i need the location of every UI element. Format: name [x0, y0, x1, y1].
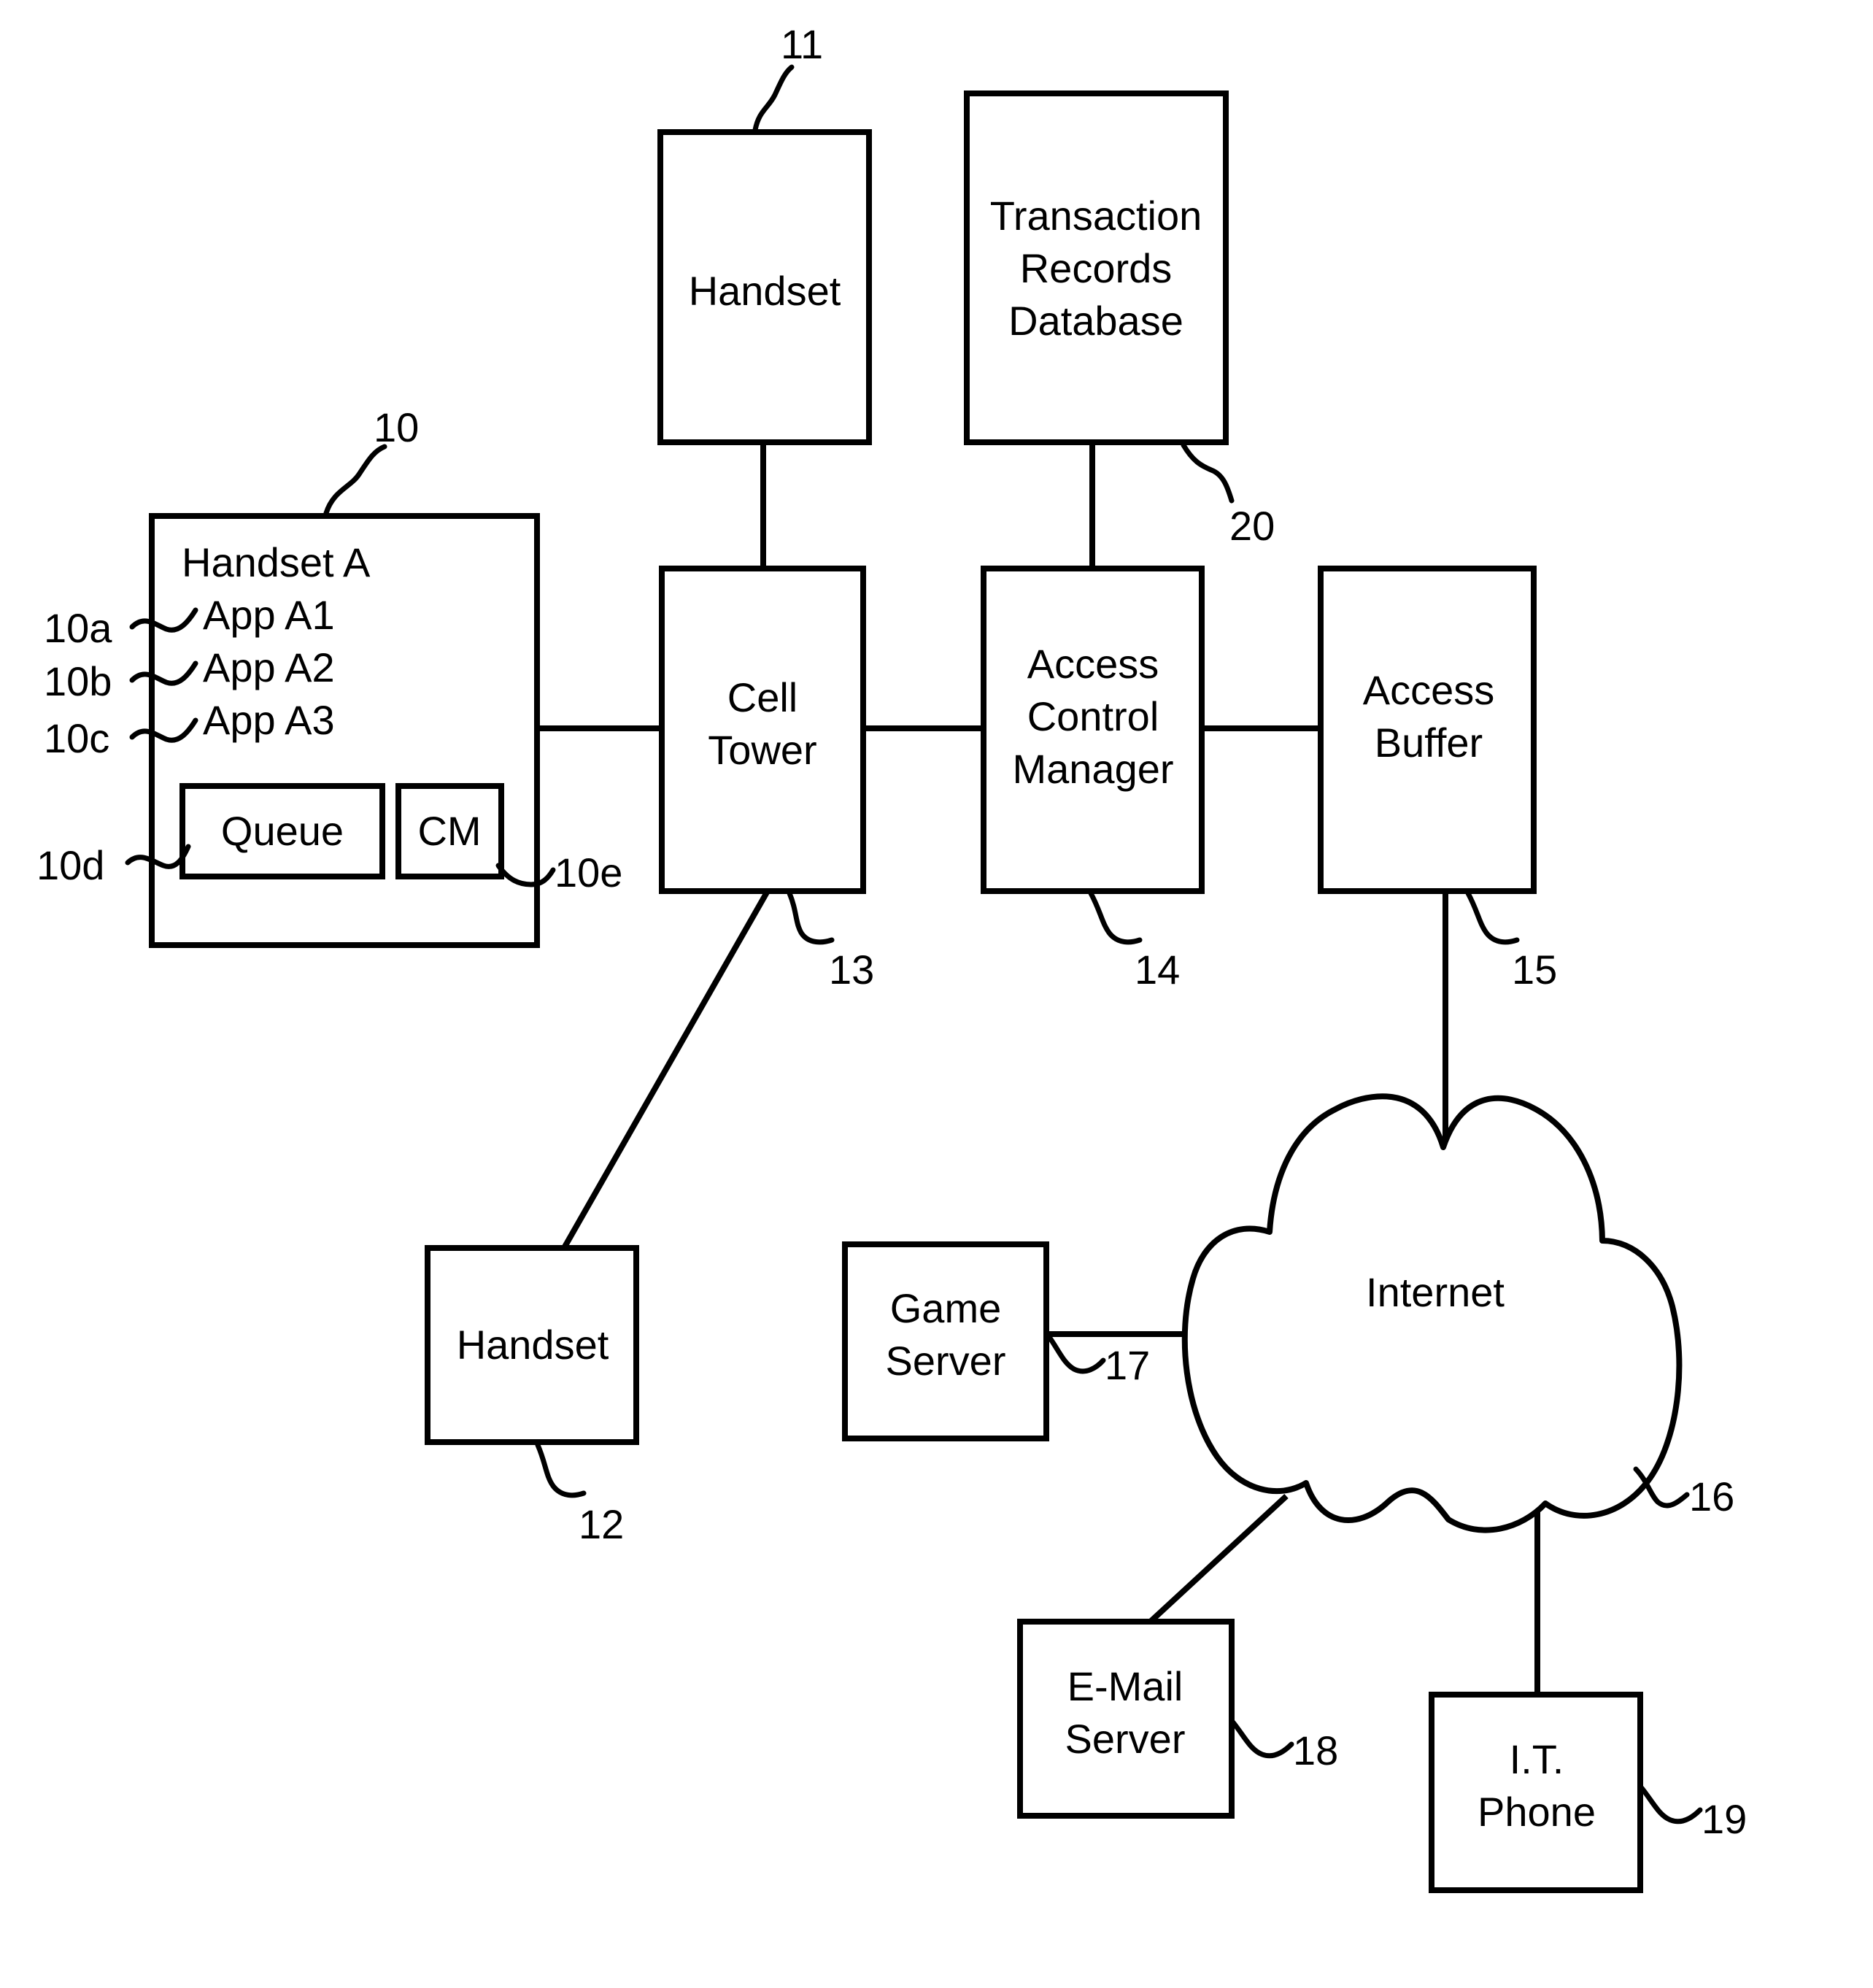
node-email-server[interactable]: E-Mail Server [1017, 1619, 1235, 1819]
ref-10e: 10e [555, 849, 622, 895]
patent-figure: Internet Handset A App A1 App A2 App A3 … [0, 0, 1873, 1988]
acm-line2: Control [1027, 693, 1159, 739]
ref-11: 11 [781, 21, 823, 67]
diagram-canvas: Internet Handset A App A1 App A2 App A3 … [36, 21, 1747, 1893]
leader-ref-10: 10 [323, 404, 419, 516]
node-handset-12[interactable]: Handset [425, 1245, 639, 1445]
node-it-phone[interactable]: I.T. Phone [1429, 1692, 1643, 1893]
node-handset-11[interactable]: Handset [657, 129, 872, 445]
leader-ref-17: 17 [1046, 1334, 1150, 1388]
acm-line3: Manager [1012, 746, 1173, 792]
acm-line1: Access [1027, 641, 1159, 687]
connector-celltower-handset12 [561, 890, 771, 1249]
ref-19: 19 [1702, 1796, 1747, 1842]
leader-ref-12: 12 [535, 1442, 624, 1547]
access-buffer-line1: Access [1363, 667, 1495, 713]
ref-10d: 10d [36, 842, 104, 888]
transaction-db-line3: Database [1008, 298, 1183, 344]
app-a1-label: App A1 [203, 592, 335, 638]
queue-label: Queue [221, 808, 344, 854]
email-server-line2: Server [1065, 1716, 1186, 1762]
cell-tower-line1: Cell [727, 674, 798, 720]
ref-14: 14 [1135, 947, 1180, 993]
leader-ref-13: 13 [787, 890, 874, 993]
cm-label: CM [417, 808, 481, 854]
leader-ref-15: 15 [1465, 890, 1557, 993]
ref-17: 17 [1105, 1342, 1150, 1388]
app-a3-label: App A3 [203, 697, 335, 743]
email-server-line1: E-Mail [1067, 1663, 1183, 1709]
ref-10: 10 [374, 404, 419, 450]
ref-10a: 10a [44, 605, 112, 651]
node-access-buffer[interactable]: Access Buffer [1318, 566, 1537, 894]
cell-tower-line2: Tower [708, 727, 816, 773]
game-server-line2: Server [886, 1338, 1006, 1384]
ref-20: 20 [1229, 503, 1275, 549]
leader-ref-20: 20 [1181, 442, 1275, 549]
transaction-db-line2: Records [1020, 245, 1173, 291]
internet-label: Internet [1366, 1269, 1505, 1315]
app-a2-label: App A2 [203, 644, 335, 690]
handset-11-label: Handset [689, 268, 841, 314]
ref-13: 13 [829, 947, 874, 993]
node-handset-a[interactable]: Handset A App A1 App A2 App A3 Queue CM [149, 513, 540, 948]
handset-12-label: Handset [457, 1322, 609, 1368]
node-transaction-db[interactable]: Transaction Records Database [964, 90, 1229, 445]
node-access-control-manager[interactable]: Access Control Manager [981, 566, 1205, 894]
it-phone-line2: Phone [1478, 1789, 1596, 1835]
node-game-server[interactable]: Game Server [842, 1241, 1049, 1441]
ref-12: 12 [579, 1501, 624, 1547]
ref-10c: 10c [44, 715, 109, 761]
leader-ref-11: 11 [752, 21, 823, 133]
it-phone-line1: I.T. [1510, 1736, 1564, 1782]
leader-ref-18: 18 [1230, 1719, 1338, 1773]
ref-16: 16 [1689, 1473, 1734, 1519]
leader-ref-19: 19 [1639, 1785, 1747, 1842]
ref-15: 15 [1512, 947, 1557, 993]
game-server-line1: Game [890, 1285, 1002, 1331]
node-cell-tower[interactable]: Cell Tower [659, 566, 866, 894]
leader-ref-14: 14 [1088, 890, 1180, 993]
access-buffer-line2: Buffer [1375, 720, 1483, 766]
handset-a-title: Handset A [182, 539, 371, 585]
ref-10b: 10b [44, 658, 112, 704]
transaction-db-line1: Transaction [990, 193, 1202, 239]
ref-18: 18 [1293, 1727, 1338, 1773]
internet-cloud: Internet [1181, 1093, 1683, 1533]
